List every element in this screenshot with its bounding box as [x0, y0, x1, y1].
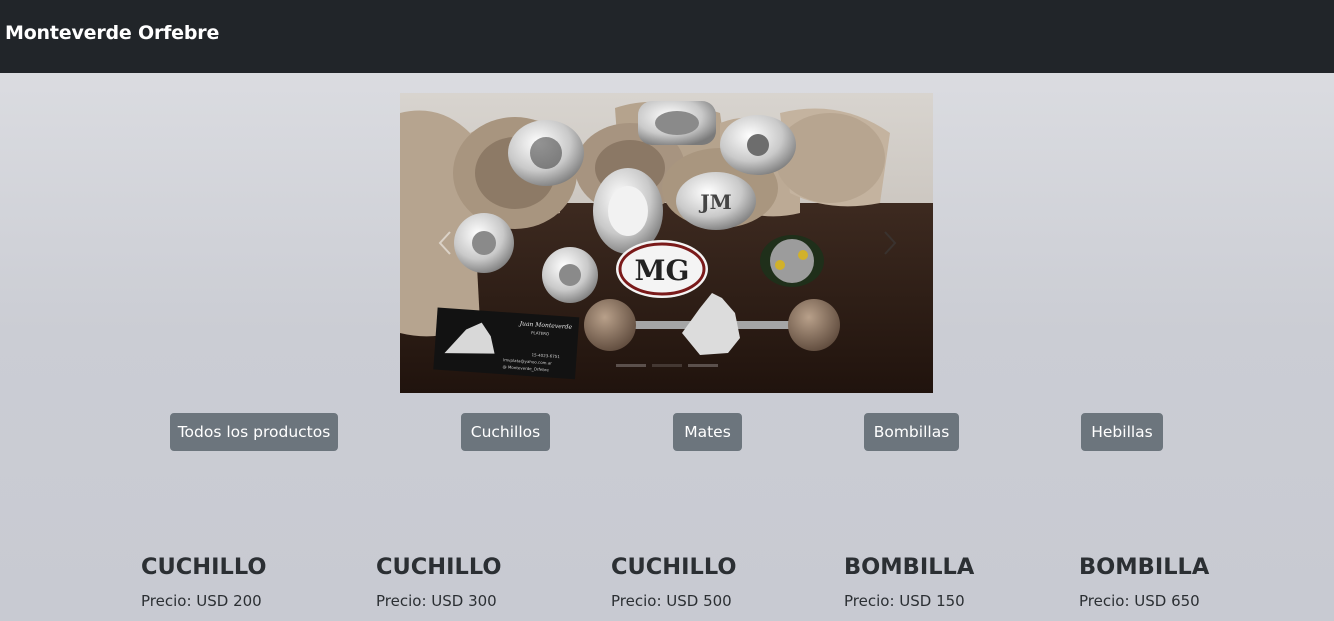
- navbar-brand[interactable]: Monteverde Orfebre: [5, 22, 219, 44]
- carousel-indicator[interactable]: [651, 364, 682, 367]
- filter-knives-button[interactable]: Cuchillos: [461, 413, 550, 451]
- carousel-indicator[interactable]: [615, 364, 646, 367]
- product-name: BOMBILLA: [1079, 554, 1210, 580]
- product-price: Precio: USD 500: [611, 592, 732, 610]
- product-price: Precio: USD 150: [844, 592, 965, 610]
- carousel-prev-button[interactable]: [430, 221, 460, 265]
- product-price: Precio: USD 300: [376, 592, 497, 610]
- product-price: Precio: USD 650: [1079, 592, 1200, 610]
- svg-text:JM: JM: [698, 190, 732, 214]
- filter-buckles-button[interactable]: Hebillas: [1081, 413, 1163, 451]
- svg-text:MG: MG: [635, 254, 690, 287]
- product-card[interactable]: CUCHILLO Precio: USD 200: [141, 553, 341, 610]
- filter-all-products-button[interactable]: Todos los productos: [170, 413, 338, 451]
- product-name: CUCHILLO: [376, 554, 502, 580]
- carousel-next-button[interactable]: [875, 221, 905, 265]
- carousel-slide-image: JM MG Juan Monteverde PLATERO 15-4023-67…: [400, 93, 933, 393]
- carousel-indicator[interactable]: [687, 364, 718, 367]
- product-carousel[interactable]: JM MG Juan Monteverde PLATERO 15-4023-67…: [400, 93, 933, 393]
- product-card[interactable]: BOMBILLA Precio: USD 150: [844, 553, 1044, 610]
- product-name: BOMBILLA: [844, 554, 975, 580]
- chevron-right-icon: [884, 231, 897, 255]
- carousel-indicators: [400, 364, 933, 367]
- product-name: CUCHILLO: [611, 554, 737, 580]
- product-name: CUCHILLO: [141, 554, 267, 580]
- product-price: Precio: USD 200: [141, 592, 262, 610]
- chevron-left-icon: [438, 231, 451, 255]
- navbar: Monteverde Orfebre: [0, 0, 1334, 73]
- product-card[interactable]: BOMBILLA Precio: USD 650: [1079, 553, 1279, 610]
- filter-mates-button[interactable]: Mates: [673, 413, 742, 451]
- product-card[interactable]: CUCHILLO Precio: USD 500: [611, 553, 811, 610]
- product-card[interactable]: CUCHILLO Precio: USD 300: [376, 553, 576, 610]
- filter-bombillas-button[interactable]: Bombillas: [864, 413, 959, 451]
